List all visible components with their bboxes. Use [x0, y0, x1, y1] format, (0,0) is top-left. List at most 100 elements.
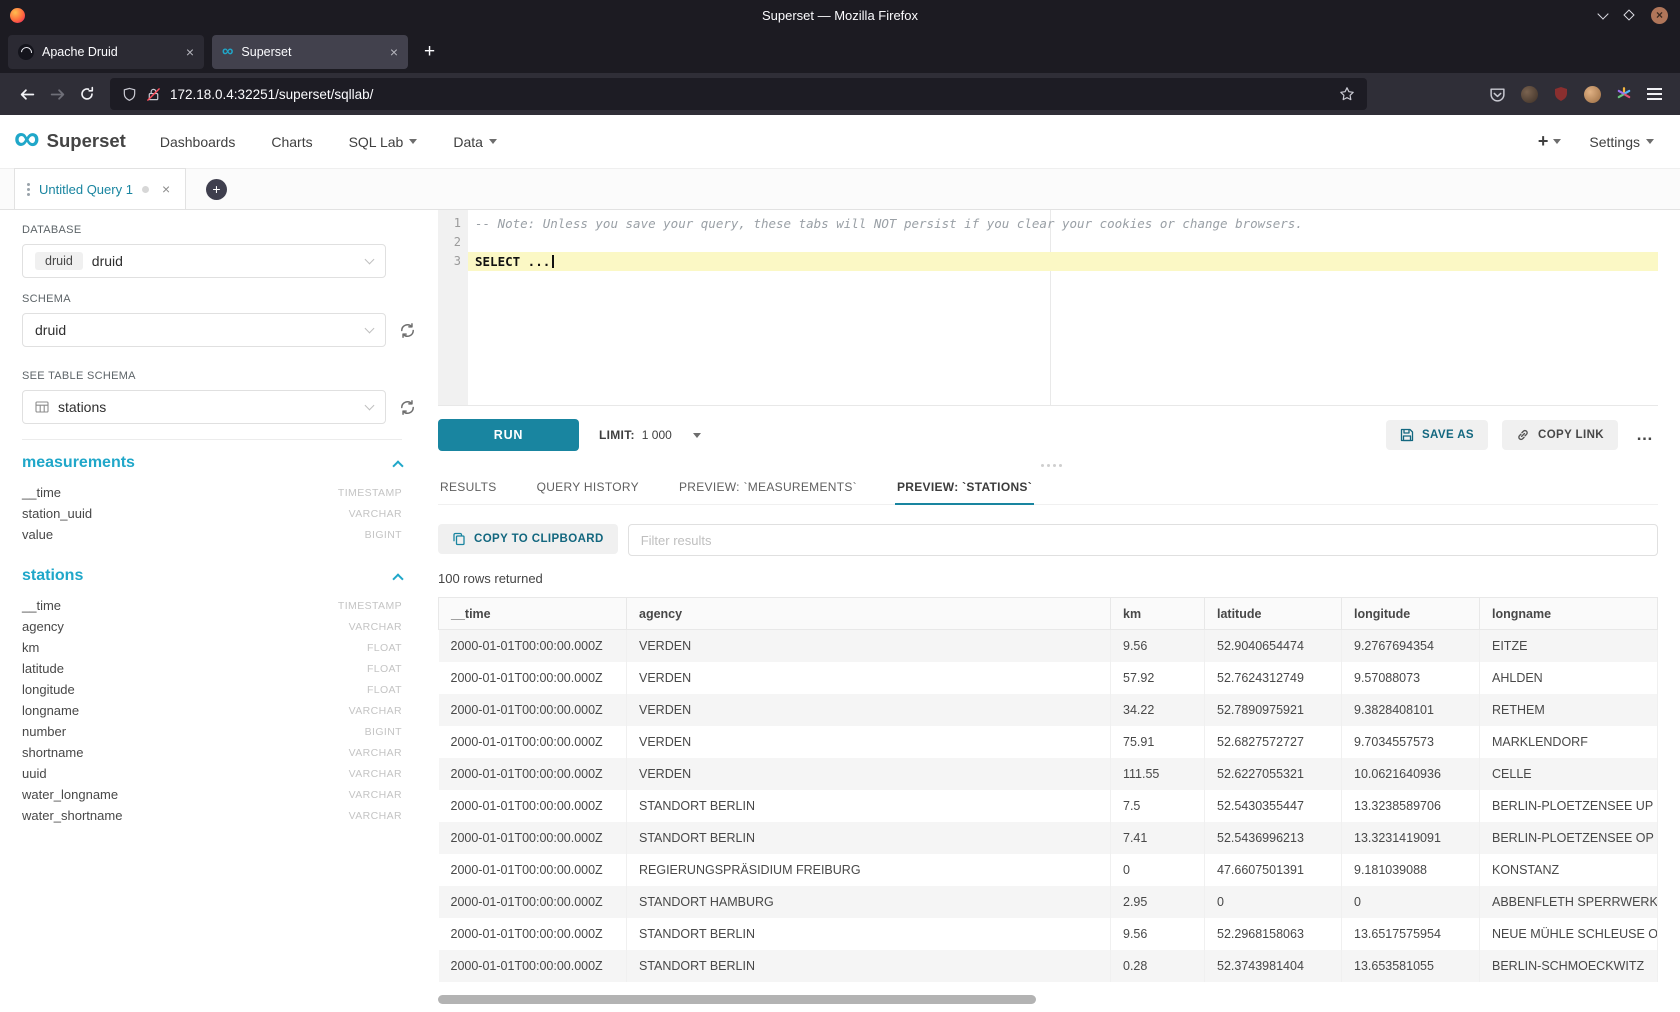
table-row: 2000-01-01T00:00:00.000Z VERDEN 111.55 5…: [439, 758, 1658, 790]
table-section-measurements: measurements __time TIMESTAMP station_uu…: [22, 454, 402, 545]
browser-tabbar: Apache Druid × ∞ Superset × +: [0, 30, 1680, 73]
infinity-logo-icon: ∞: [14, 124, 40, 153]
column-header[interactable]: longitude: [1342, 598, 1480, 630]
database-select[interactable]: druid druid: [22, 244, 386, 278]
forward-icon[interactable]: [42, 79, 72, 109]
column-header[interactable]: __time: [439, 598, 627, 630]
text-cursor: [552, 255, 554, 268]
refresh-schemas-icon[interactable]: [399, 322, 416, 339]
nav-item[interactable]: Data: [453, 134, 497, 150]
column-row: uuid VARCHAR: [22, 763, 402, 784]
insecure-lock-icon[interactable]: [146, 87, 161, 102]
column-row: water_longname VARCHAR: [22, 784, 402, 805]
results-tab[interactable]: PREVIEW: `MEASUREMENTS`: [677, 470, 859, 504]
copy-to-clipboard-button[interactable]: COPY TO CLIPBOARD: [438, 524, 618, 554]
browser-tab-druid[interactable]: Apache Druid ×: [8, 35, 204, 69]
column-type: BIGINT: [365, 529, 402, 541]
run-button[interactable]: RUN: [438, 419, 579, 451]
profile-avatar[interactable]: [1521, 86, 1538, 103]
new-tab-button[interactable]: +: [416, 41, 443, 63]
bookmark-star-icon[interactable]: [1339, 86, 1355, 102]
column-header[interactable]: longname: [1480, 598, 1658, 630]
extensions-icon[interactable]: [1616, 86, 1632, 102]
sidebar-divider: [22, 439, 402, 440]
back-icon[interactable]: [12, 79, 42, 109]
table-section-header[interactable]: stations: [22, 567, 402, 585]
browser-tab-superset[interactable]: ∞ Superset ×: [212, 35, 408, 69]
column-type: VARCHAR: [349, 508, 402, 520]
nav-item[interactable]: SQL Lab: [349, 134, 418, 150]
window-close-icon[interactable]: ×: [1651, 7, 1668, 24]
tab-close-icon[interactable]: ×: [186, 44, 194, 60]
tracking-shield-icon[interactable]: [122, 87, 137, 102]
query-tab-active[interactable]: Untitled Query 1 ×: [14, 168, 186, 209]
caret-down-icon: [1553, 139, 1561, 144]
table-select[interactable]: stations: [22, 390, 386, 424]
sql-editor[interactable]: 1 2 3 -- Note: Unless you save your quer…: [438, 210, 1658, 406]
url-bar[interactable]: [110, 78, 1367, 110]
superset-logo[interactable]: ∞ Superset: [14, 130, 126, 153]
results-tab[interactable]: RESULTS: [438, 470, 499, 504]
scrollbar-thumb[interactable]: [438, 995, 1036, 1004]
results-table-container: __timeagencykmlatitudelongitudelongname …: [438, 597, 1658, 989]
column-row: value BIGINT: [22, 524, 402, 545]
table-row: 2000-01-01T00:00:00.000Z STANDORT HAMBUR…: [439, 886, 1658, 918]
results-table: __timeagencykmlatitudelongitudelongname …: [438, 597, 1658, 982]
results-tab[interactable]: PREVIEW: `STATIONS`: [895, 470, 1034, 505]
table-section-header[interactable]: measurements: [22, 454, 402, 472]
add-query-tab-button[interactable]: +: [206, 179, 227, 200]
column-header[interactable]: km: [1111, 598, 1205, 630]
column-header[interactable]: agency: [627, 598, 1111, 630]
column-header[interactable]: latitude: [1205, 598, 1342, 630]
schema-select[interactable]: druid: [22, 313, 386, 347]
query-tab-close-icon[interactable]: ×: [162, 181, 170, 197]
nav-item[interactable]: Dashboards: [160, 134, 236, 150]
url-input[interactable]: [170, 87, 1330, 102]
table-row: 2000-01-01T00:00:00.000Z STANDORT BERLIN…: [439, 950, 1658, 982]
column-type: VARCHAR: [349, 621, 402, 633]
menu-icon[interactable]: [1647, 88, 1662, 99]
chevron-down-icon: [365, 254, 375, 264]
brand-name: Superset: [47, 130, 126, 152]
sqllab-main: 1 2 3 -- Note: Unless you save your quer…: [438, 210, 1680, 1012]
table-row: 2000-01-01T00:00:00.000Z STANDORT BERLIN…: [439, 822, 1658, 854]
ublock-shield-icon[interactable]: [1553, 86, 1569, 102]
editor-code-area[interactable]: -- Note: Unless you save your query, the…: [468, 210, 1658, 405]
tab-close-icon[interactable]: ×: [390, 44, 398, 60]
column-row: __time TIMESTAMP: [22, 595, 402, 616]
column-row: shortname VARCHAR: [22, 742, 402, 763]
copy-link-button[interactable]: COPY LINK: [1502, 420, 1618, 450]
table-row: 2000-01-01T00:00:00.000Z REGIERUNGSPRÄSI…: [439, 854, 1658, 886]
browser-tab-title: Apache Druid: [42, 45, 118, 59]
reload-icon[interactable]: [72, 79, 102, 109]
column-type: BIGINT: [365, 726, 402, 738]
column-type: FLOAT: [367, 663, 402, 675]
nav-item[interactable]: Charts: [271, 134, 312, 150]
table-row: 2000-01-01T00:00:00.000Z VERDEN 57.92 52…: [439, 662, 1658, 694]
refresh-tables-icon[interactable]: [399, 399, 416, 416]
window-minimize-icon[interactable]: [1597, 8, 1608, 19]
window-title: Superset — Mozilla Firefox: [0, 8, 1680, 23]
account-avatar[interactable]: [1584, 86, 1601, 103]
results-table-body: 2000-01-01T00:00:00.000Z VERDEN 9.56 52.…: [439, 630, 1658, 982]
table-row: 2000-01-01T00:00:00.000Z STANDORT BERLIN…: [439, 918, 1658, 950]
query-tab-label: Untitled Query 1: [39, 182, 133, 197]
results-tab[interactable]: QUERY HISTORY: [535, 470, 641, 504]
settings-menu[interactable]: Settings: [1589, 134, 1654, 150]
column-type: TIMESTAMP: [338, 487, 402, 499]
more-options-icon[interactable]: …: [1632, 425, 1658, 445]
tab-status-dot: [142, 186, 149, 193]
window-restore-icon[interactable]: [1623, 9, 1634, 20]
pocket-icon[interactable]: [1489, 86, 1506, 103]
filter-results-input[interactable]: [628, 524, 1658, 556]
caret-down-icon: [693, 433, 701, 438]
save-as-button[interactable]: SAVE AS: [1386, 420, 1488, 450]
limit-dropdown[interactable]: LIMIT: 1 000: [599, 428, 701, 442]
pane-drag-handle[interactable]: [438, 460, 1658, 470]
table-row: 2000-01-01T00:00:00.000Z VERDEN 75.91 52…: [439, 726, 1658, 758]
column-row: station_uuid VARCHAR: [22, 503, 402, 524]
add-new-button[interactable]: +: [1538, 131, 1562, 152]
sqllab-sidebar: DATABASE druid druid SCHEMA druid SEE TA…: [0, 210, 438, 1012]
editor-gutter: 1 2 3: [438, 210, 468, 405]
caret-down-icon: [409, 139, 417, 144]
